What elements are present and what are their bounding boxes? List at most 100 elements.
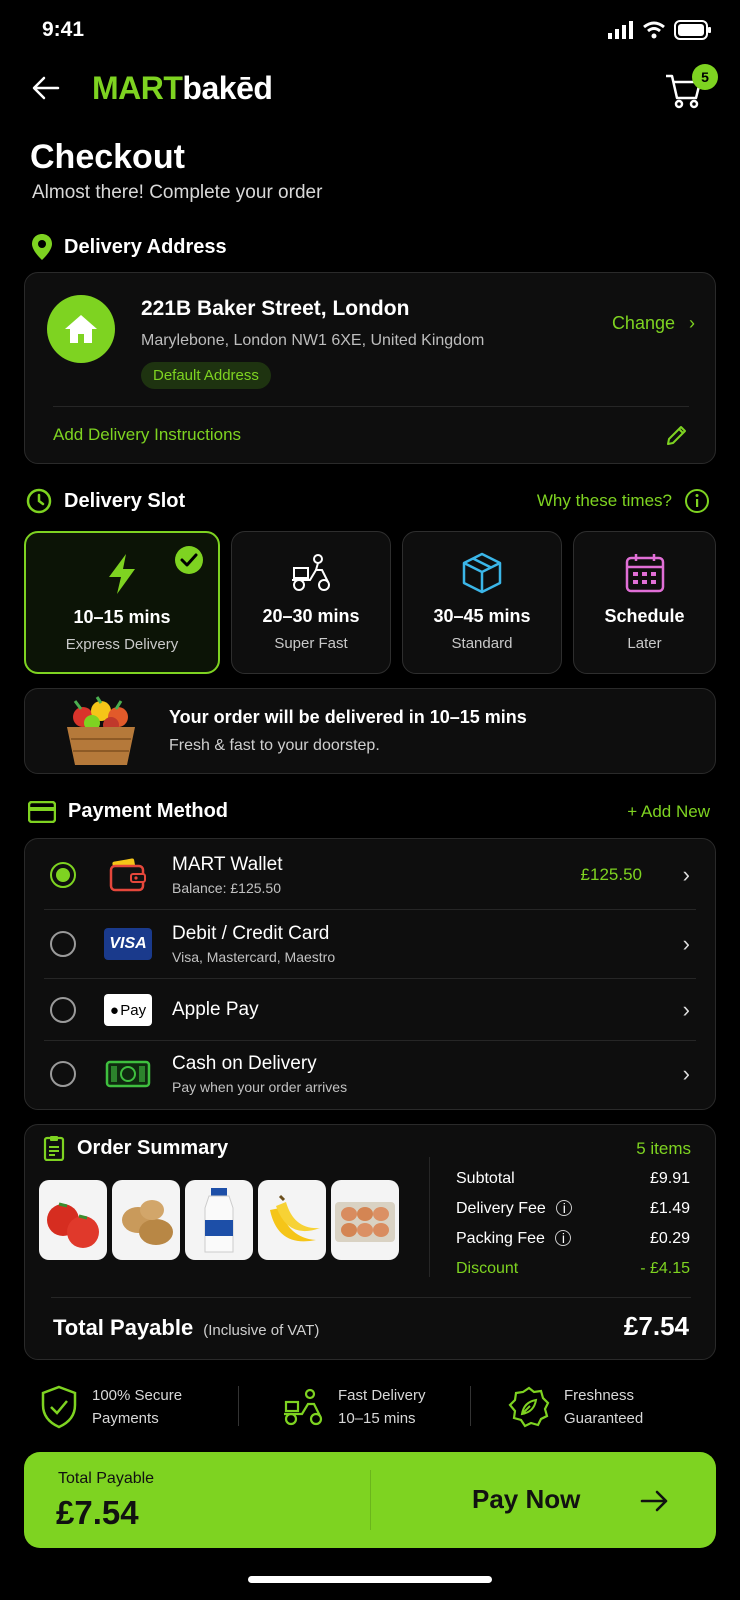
total-label: Total Payable — [53, 1315, 194, 1340]
payment-option-apple-pay[interactable]: ● Pay Apple Pay › — [26, 976, 714, 1044]
arrow-right-icon — [640, 1490, 668, 1512]
brand-logo: MARTbakēd — [92, 70, 273, 106]
product-thumb-tomatoes[interactable] — [39, 1180, 107, 1260]
payment-method-header: Payment Method — [28, 800, 228, 823]
cart-count-badge: 5 — [692, 64, 718, 90]
wallet-title: MART Wallet — [172, 854, 283, 875]
scooter-icon — [288, 550, 334, 596]
radio-selected[interactable] — [50, 862, 76, 888]
delivery-address-header: Delivery Address — [32, 234, 227, 260]
total-value: £7.54 — [623, 1311, 689, 1341]
add-instructions-link[interactable]: Add Delivery Instructions — [53, 425, 241, 445]
total-payable-row: Total Payable (Inclusive of VAT) — [53, 1315, 319, 1341]
summary-row-discount: Discount - £4.15 — [456, 1260, 690, 1277]
delivery-info-title: Your order will be delivered in 10–15 mi… — [169, 707, 527, 727]
add-new-payment-button[interactable]: + Add New — [627, 802, 710, 822]
signal-icon — [608, 21, 633, 39]
slot-time: 10–15 mins — [73, 607, 171, 627]
total-note: (Inclusive of VAT) — [203, 1322, 320, 1339]
product-thumb-milk[interactable] — [185, 1180, 253, 1260]
slot-label: Standard — [451, 635, 513, 652]
slot-time: Schedule — [604, 606, 685, 626]
home-indicator — [248, 1576, 492, 1583]
edit-pencil-icon[interactable] — [665, 423, 689, 447]
slot-super-fast[interactable]: 20–30 mins Super Fast — [231, 531, 391, 674]
delivery-slot-title: Delivery Slot — [64, 489, 186, 512]
change-label: Change — [611, 313, 675, 333]
chevron-right-icon: › — [682, 997, 690, 1022]
address-line1: 221B Baker Street, London — [141, 297, 410, 320]
slot-standard[interactable]: 30–45 mins Standard — [402, 531, 562, 674]
payment-option-wallet[interactable]: MART Wallet Balance: £125.50 £125.50 › — [26, 841, 714, 909]
slot-label: Super Fast — [274, 635, 348, 652]
wifi-icon — [643, 21, 665, 39]
address-line2: Marylebone, London NW1 6XE, United Kingd… — [141, 332, 485, 349]
lightning-icon — [99, 551, 145, 597]
product-thumb-bananas[interactable] — [258, 1180, 326, 1260]
cash-subtitle: Pay when your order arrives — [172, 1079, 348, 1095]
calendar-icon — [622, 550, 668, 596]
cart-button[interactable]: 5 — [664, 64, 718, 110]
trust-freshness: Freshness Guaranteed — [508, 1384, 643, 1430]
apple-pay-icon: ● Pay — [104, 994, 152, 1026]
delivery-info-subtitle: Fresh & fast to your doorstep. — [169, 737, 380, 754]
location-pin-icon — [32, 234, 52, 260]
slot-time: 20–30 mins — [262, 606, 360, 626]
delivery-scooter-icon — [284, 1388, 323, 1426]
page-subtitle: Almost there! Complete your order — [32, 182, 323, 203]
pay-now-button[interactable]: Total Payable £7.54 Pay Now — [24, 1452, 716, 1548]
order-summary-title: Order Summary — [77, 1136, 229, 1159]
payment-option-card[interactable]: VISA Debit / Credit Card Visa, Mastercar… — [26, 910, 714, 978]
delivery-slot-header: Delivery Slot — [26, 488, 185, 514]
info-icon[interactable]: i — [555, 1230, 572, 1246]
clock-icon — [26, 488, 52, 514]
card-title: Debit / Credit Card — [172, 923, 330, 944]
summary-row-packing-fee: Packing Fee i £0.29 — [456, 1230, 690, 1247]
order-summary-header: Order Summary — [43, 1135, 228, 1161]
slot-label: Later — [627, 635, 662, 652]
change-address-button[interactable]: Change › — [612, 313, 695, 334]
wallet-balance: Balance: £125.50 — [172, 880, 281, 896]
page-title: Checkout — [30, 138, 185, 176]
back-button[interactable] — [30, 72, 62, 104]
check-circle-icon — [175, 546, 203, 574]
chevron-right-icon: › — [682, 931, 690, 956]
footer-total-value: £7.54 — [56, 1494, 139, 1531]
address-card: 221B Baker Street, London Marylebone, Lo… — [24, 272, 716, 464]
delivery-address-title: Delivery Address — [64, 235, 227, 258]
slot-schedule[interactable]: Schedule Later — [573, 531, 716, 674]
info-icon — [685, 489, 709, 513]
trust-fast-delivery: Fast Delivery 10–15 mins — [282, 1384, 426, 1430]
wallet-icon — [104, 858, 152, 892]
default-address-badge: Default Address — [141, 362, 271, 389]
clipboard-icon — [43, 1136, 65, 1161]
credit-card-icon — [28, 800, 56, 823]
slot-label: Express Delivery — [65, 636, 179, 653]
visa-icon: VISA — [104, 928, 152, 960]
why-these-times-link[interactable]: Why these times? — [537, 488, 710, 514]
product-thumb-eggs[interactable] — [331, 1180, 399, 1260]
info-icon[interactable]: i — [556, 1200, 573, 1216]
card-subtitle: Visa, Mastercard, Maestro — [172, 949, 336, 965]
freshness-badge-icon — [508, 1386, 550, 1428]
summary-row-subtotal: Subtotal £9.91 — [456, 1170, 690, 1187]
payment-option-cash[interactable]: Cash on Delivery Pay when your order arr… — [26, 1040, 714, 1108]
box-icon — [459, 550, 505, 596]
home-icon — [47, 295, 115, 363]
slot-express[interactable]: 10–15 mins Express Delivery — [24, 531, 220, 674]
wallet-amount: £125.50 — [580, 865, 642, 884]
payment-method-title: Payment Method — [68, 800, 229, 822]
cash-icon — [104, 1058, 152, 1090]
product-thumb-potatoes[interactable] — [112, 1180, 180, 1260]
chevron-right-icon: › — [682, 1061, 690, 1086]
shield-check-icon — [41, 1385, 77, 1429]
arrow-left-icon — [32, 76, 60, 100]
battery-icon — [674, 20, 711, 40]
delivery-info-banner: Your order will be delivered in 10–15 mi… — [24, 688, 716, 774]
radio-unselected[interactable] — [50, 997, 76, 1023]
radio-unselected[interactable] — [50, 1061, 76, 1087]
chevron-right-icon: › — [682, 862, 690, 887]
radio-unselected[interactable] — [50, 931, 76, 957]
produce-basket-icon — [67, 696, 135, 765]
cash-title: Cash on Delivery — [172, 1053, 317, 1074]
